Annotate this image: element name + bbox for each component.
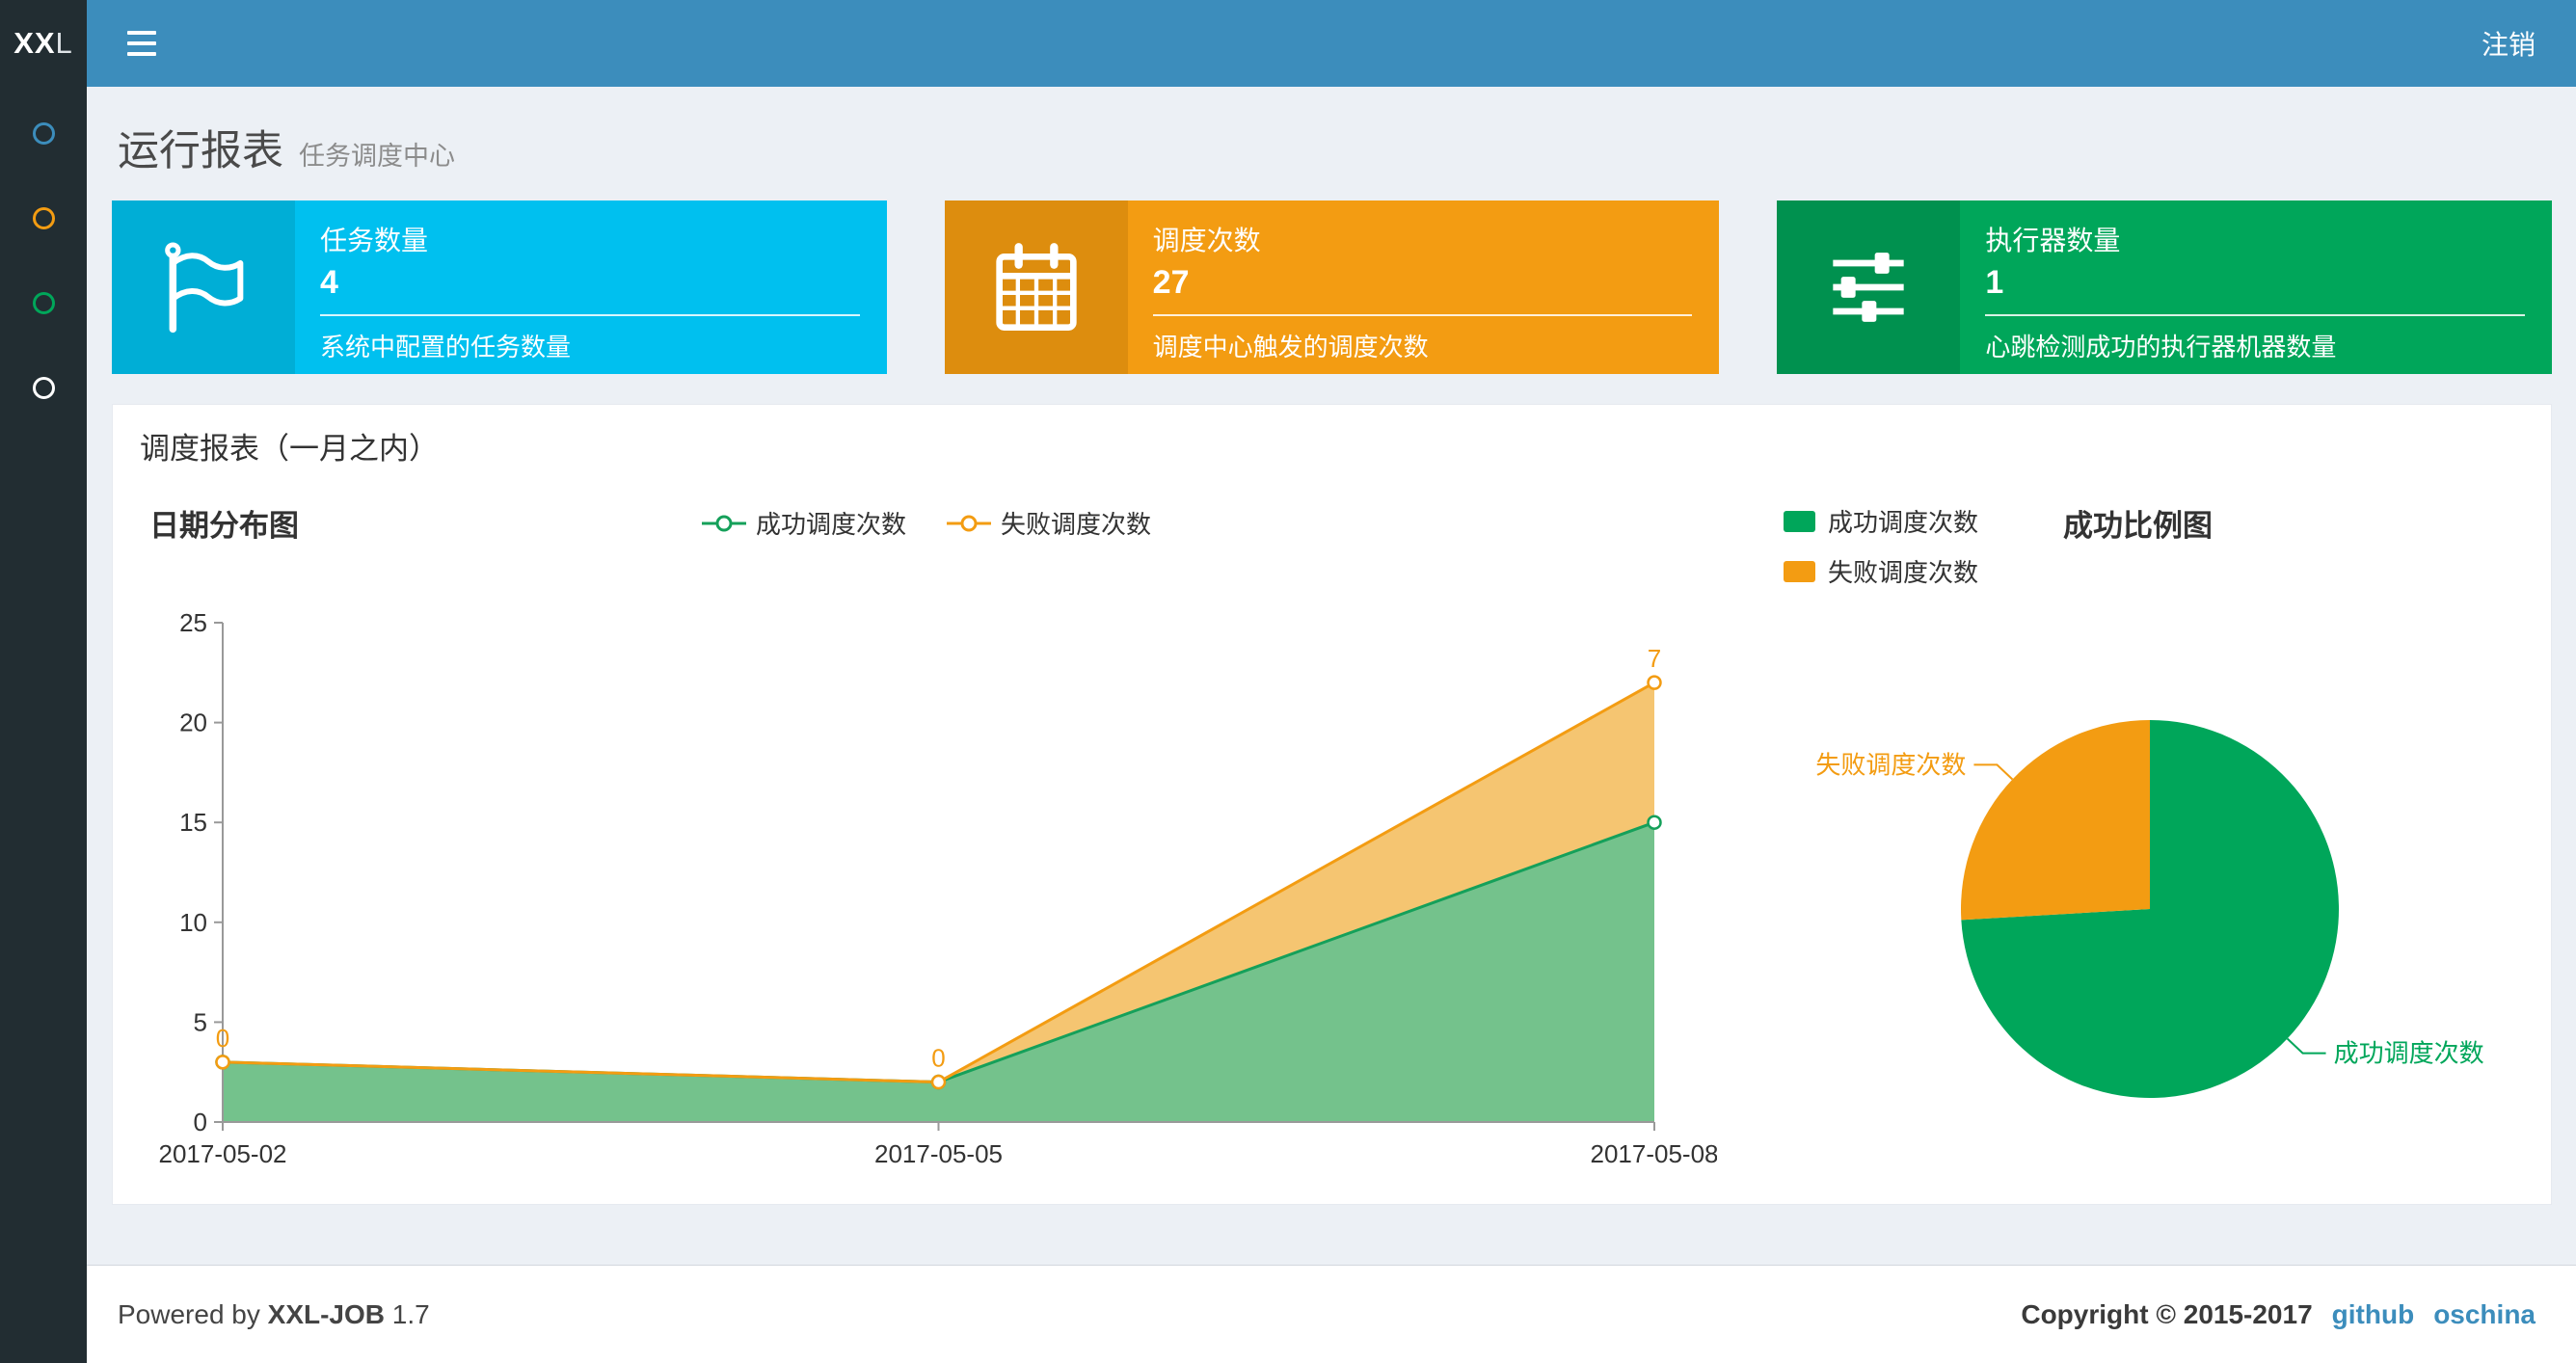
legend-item-1[interactable]: 成功调度次数 — [701, 505, 906, 541]
circle-o-icon — [32, 206, 55, 229]
app-logo[interactable]: XX L — [0, 0, 87, 87]
oschina-link[interactable]: oschina — [2433, 1299, 2536, 1330]
sidebar-menu — [0, 87, 87, 1363]
page-header: 运行报表 任务调度中心 — [118, 118, 455, 177]
info-box-executors: 执行器数量 1 心跳检测成功的执行器机器数量 — [1777, 200, 2553, 374]
svg-text:2017-05-05: 2017-05-05 — [874, 1139, 1003, 1168]
logout-link[interactable]: 注销 — [2482, 24, 2536, 63]
line-chart-legend: 成功调度次数 失败调度次数 — [136, 505, 1717, 541]
sidebar-item-1[interactable] — [0, 91, 87, 175]
legend-swatch-icon — [1784, 510, 1815, 532]
info-box-body: 调度次数 27 调度中心触发的调度次数 — [1128, 200, 1720, 374]
svg-text:5: 5 — [194, 1007, 207, 1036]
divider — [1985, 314, 2526, 316]
page-title: 运行报表 — [118, 128, 283, 174]
product-version: 1.7 — [391, 1298, 430, 1329]
svg-text:2017-05-08: 2017-05-08 — [1591, 1139, 1718, 1168]
pie-legend-item-2[interactable]: 失败调度次数 — [1784, 553, 1978, 589]
hamburger-icon — [127, 31, 156, 35]
legend-label: 成功调度次数 — [1828, 508, 1979, 537]
svg-text:20: 20 — [179, 708, 207, 737]
info-box-value: 1 — [1985, 264, 2004, 301]
page-subtitle: 任务调度中心 — [299, 142, 455, 171]
info-box-description: 调度中心触发的调度次数 — [1152, 333, 1429, 361]
svg-text:成功调度次数: 成功调度次数 — [2334, 1039, 2484, 1068]
pie-chart-title: 成功比例图 — [2063, 509, 2213, 543]
svg-text:2017-05-02: 2017-05-02 — [159, 1139, 287, 1168]
legend-label: 失败调度次数 — [1001, 510, 1152, 539]
svg-text:0: 0 — [931, 1044, 945, 1073]
copyright-text: Copyright © 2015-2017 — [2021, 1298, 2313, 1329]
svg-text:0: 0 — [216, 1024, 229, 1053]
sidebar-toggle-button[interactable] — [120, 21, 164, 66]
legend-label: 失败调度次数 — [1828, 558, 1979, 587]
svg-text:25: 25 — [179, 608, 207, 637]
svg-text:0: 0 — [194, 1108, 207, 1136]
copyright-area: Copyright © 2015-2017 github oschina — [2021, 1299, 2536, 1330]
info-box-label: 调度次数 — [1152, 226, 1261, 255]
github-link[interactable]: github — [2332, 1299, 2415, 1330]
app-logo-text-bold: XX — [13, 26, 56, 60]
sidebar-item-4[interactable] — [0, 345, 87, 430]
info-box-triggers: 调度次数 27 调度中心触发的调度次数 — [944, 200, 1720, 374]
success-ratio-pie-plot: 成功调度次数 失败调度次数 — [1815, 720, 2484, 1098]
powered-by-text: Powered by XXL-JOB 1.7 — [118, 1298, 430, 1329]
summary-boxes: 任务数量 4 系统中配置的任务数量 调度次数 27 调度中心触发的调度次数 执行… — [112, 200, 2553, 374]
pie-legend-item-1[interactable]: 成功调度次数 — [1784, 503, 1978, 539]
info-box-jobs: 任务数量 4 系统中配置的任务数量 — [112, 200, 887, 374]
report-panel: 调度报表（一月之内） 日期分布图 成功调度次数 失败调度次数 0 5 10 15 20 25… — [112, 404, 2552, 1205]
info-box-icon-area — [1777, 200, 1961, 374]
svg-text:7: 7 — [1648, 644, 1661, 673]
calendar-icon — [996, 243, 1077, 331]
navbar-body: 注销 — [87, 0, 2576, 87]
app-logo-text-light: L — [55, 26, 73, 60]
pie-chart-legend: 成功调度次数 失败调度次数 — [1784, 503, 1978, 589]
info-box-description: 系统中配置的任务数量 — [320, 333, 572, 361]
divider — [320, 314, 860, 316]
sidebar-item-3[interactable] — [0, 260, 87, 345]
info-box-body: 执行器数量 1 心跳检测成功的执行器机器数量 — [1960, 200, 2552, 374]
sliders-icon — [1833, 253, 1905, 322]
flag-icon — [165, 242, 244, 334]
info-box-icon-area — [944, 200, 1128, 374]
legend-label: 成功调度次数 — [755, 510, 906, 539]
page-footer: Powered by XXL-JOB 1.7 Copyright © 2015-… — [87, 1265, 2576, 1363]
top-navbar: XX L 注销 — [0, 0, 2576, 87]
info-box-value: 4 — [320, 264, 338, 301]
svg-text:15: 15 — [179, 808, 207, 837]
circle-o-icon — [32, 121, 55, 145]
sidebar-item-2[interactable] — [0, 175, 87, 260]
panel-title: 调度报表（一月之内） — [140, 432, 439, 466]
legend-item-2[interactable]: 失败调度次数 — [947, 505, 1151, 541]
circle-o-icon — [32, 291, 55, 314]
svg-text:10: 10 — [179, 908, 207, 937]
circle-o-icon — [32, 376, 55, 399]
svg-text:失败调度次数: 失败调度次数 — [1815, 750, 1966, 779]
legend-line-marker-icon — [701, 515, 746, 531]
info-box-value: 27 — [1152, 264, 1190, 301]
info-box-icon-area — [112, 200, 295, 374]
info-box-description: 心跳检测成功的执行器机器数量 — [1985, 333, 2337, 361]
product-name: XXL-JOB — [267, 1298, 386, 1329]
divider — [1152, 314, 1693, 316]
legend-line-marker-icon — [947, 515, 991, 531]
info-box-body: 任务数量 4 系统中配置的任务数量 — [295, 200, 887, 374]
legend-swatch-icon — [1784, 560, 1815, 582]
info-box-label: 任务数量 — [320, 226, 429, 255]
date-distribution-plot: 05101520252017-05-02 2017-05-05 2017-05-08… — [159, 608, 1718, 1168]
info-box-label: 执行器数量 — [1985, 226, 2121, 255]
